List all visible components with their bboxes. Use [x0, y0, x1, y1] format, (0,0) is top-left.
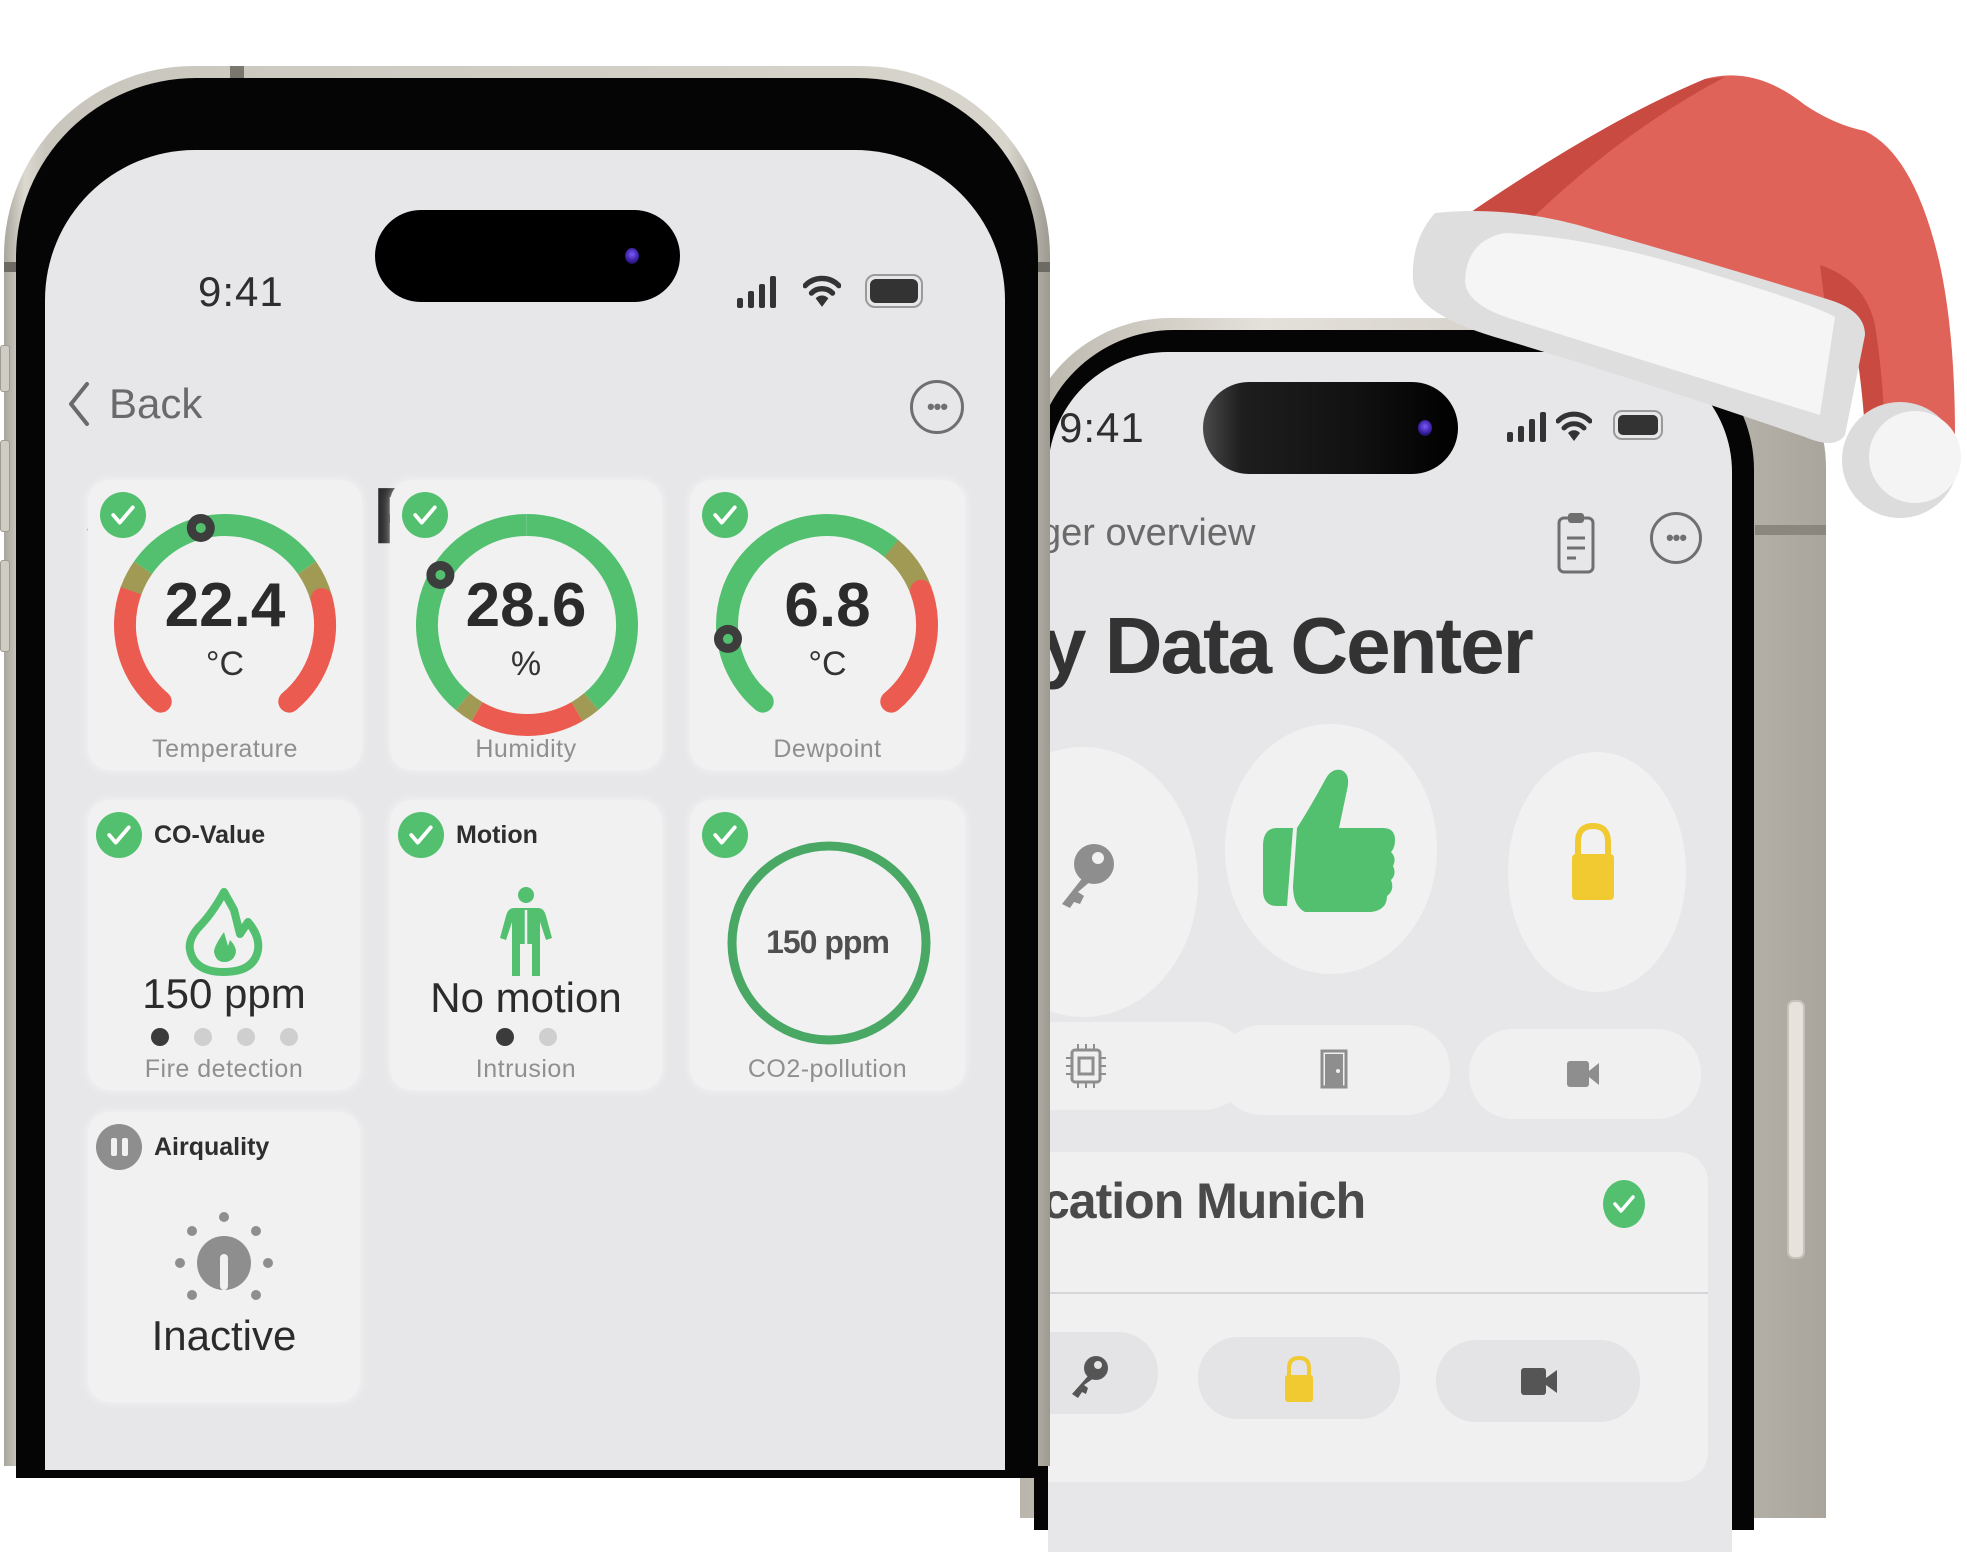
card-title: Motion [456, 820, 538, 849]
card-co2-pollution[interactable]: 150 ppm CO2-pollution [690, 800, 965, 1090]
volume-down-button [0, 560, 10, 652]
status-tile-key[interactable] [1048, 747, 1198, 1017]
page-dot[interactable] [279, 1028, 298, 1046]
card-co-value[interactable]: CO-Value 150 ppm Fire detection [88, 800, 360, 1090]
card-title: CO-Value [154, 820, 266, 849]
gauge-unit: % [510, 645, 542, 683]
checkmark-icon [107, 825, 131, 845]
ellipsis-icon: ••• [926, 394, 948, 419]
location-action-camera[interactable] [1436, 1340, 1640, 1422]
gauge-unit: °C [808, 645, 847, 683]
location-status-ok [1603, 1180, 1645, 1228]
page-dot[interactable] [193, 1028, 212, 1046]
action-button [0, 345, 10, 392]
antenna-band [1036, 262, 1050, 272]
card-label: Fire detection [144, 1055, 304, 1083]
location-card[interactable]: cation Munich [1048, 1152, 1708, 1482]
gauge-value: 6.8 [784, 571, 871, 640]
dynamic-island [375, 210, 680, 302]
card-label: Temperature [152, 735, 298, 763]
battery-icon [865, 274, 923, 308]
status-time: 9:41 [198, 268, 284, 315]
back-button[interactable]: Back [67, 380, 202, 428]
location-action-lock[interactable] [1198, 1337, 1400, 1419]
door-icon [1320, 1049, 1348, 1089]
card-dewpoint[interactable]: 6.8 °C Dewpoint [690, 480, 965, 770]
status-tile-ok[interactable] [1225, 724, 1437, 974]
wifi-icon [803, 275, 841, 307]
card-label: Intrusion [475, 1055, 577, 1083]
more-options-button[interactable]: ••• [910, 380, 964, 434]
video-camera-icon [1567, 1061, 1599, 1087]
cellular-signal-icon [737, 276, 776, 308]
page-dot[interactable] [495, 1028, 514, 1046]
card-label: Humidity [475, 735, 577, 763]
person-icon [500, 887, 552, 976]
location-action-key[interactable] [1048, 1332, 1158, 1414]
gauge-segment [571, 693, 599, 722]
sensor-value: 150 ppm [142, 970, 306, 1017]
ring-value: 150 ppm [766, 924, 890, 960]
back-link-partial[interactable]: ger overview [1048, 512, 1255, 555]
gauge-segment [455, 693, 483, 722]
divider [1048, 1292, 1708, 1294]
card-humidity[interactable]: 28.6 % Humidity [390, 480, 662, 770]
gauge-segment [471, 701, 583, 736]
back-label: Back [109, 380, 203, 427]
gauge-segment [134, 514, 316, 575]
page-title: y Data Center [1048, 601, 1534, 690]
key-icon [1072, 1356, 1108, 1398]
checkmark-icon [409, 825, 433, 845]
gauge-value: 28.6 [465, 571, 587, 640]
status-ok-badge [96, 812, 142, 858]
status-ok-badge [398, 812, 444, 858]
dial-icon [175, 1212, 273, 1300]
video-camera-icon [1521, 1368, 1557, 1395]
category-pill-cameras[interactable] [1469, 1029, 1701, 1119]
front-camera [625, 248, 639, 264]
card-motion[interactable]: Motion No motion Intrusion [390, 800, 662, 1090]
checkmark-icon [1613, 1195, 1635, 1213]
chevron-left-icon [69, 382, 89, 426]
volume-up-button [0, 440, 10, 532]
card-temperature[interactable]: 22.4 °C Temperature [88, 480, 362, 770]
gauge-value: 22.4 [164, 571, 286, 640]
card-label: CO2-pollution [747, 1055, 908, 1083]
location-title: cation Munich [1048, 1173, 1366, 1229]
lock-icon [1572, 822, 1614, 900]
side-button [1787, 1000, 1805, 1259]
category-pill-doors[interactable] [1218, 1025, 1450, 1115]
card-title: Airquality [154, 1132, 270, 1161]
sensor-value: Inactive [151, 1312, 297, 1359]
page-dot[interactable] [150, 1028, 169, 1046]
page-indicator[interactable] [88, 1028, 360, 1046]
thumbs-up-icon [1263, 769, 1395, 912]
gauge-pointer-center [195, 522, 206, 533]
chip-icon [1066, 1044, 1106, 1088]
page-dot[interactable] [538, 1028, 557, 1046]
key-icon [1062, 844, 1114, 908]
page-dot[interactable] [236, 1028, 255, 1046]
card-label: Dewpoint [773, 735, 882, 763]
flame-icon [185, 888, 263, 976]
status-tile-lock[interactable] [1508, 752, 1686, 992]
gauge-unit: °C [205, 645, 245, 683]
lock-icon [1285, 1355, 1313, 1402]
status-paused-badge [96, 1124, 142, 1170]
santa-hat [1412, 75, 1961, 518]
page-indicator[interactable] [390, 1028, 662, 1046]
card-airquality[interactable]: Airquality Inactive [88, 1112, 360, 1402]
status-time: 9:41 [1059, 404, 1145, 451]
sensor-value: No motion [430, 974, 622, 1021]
